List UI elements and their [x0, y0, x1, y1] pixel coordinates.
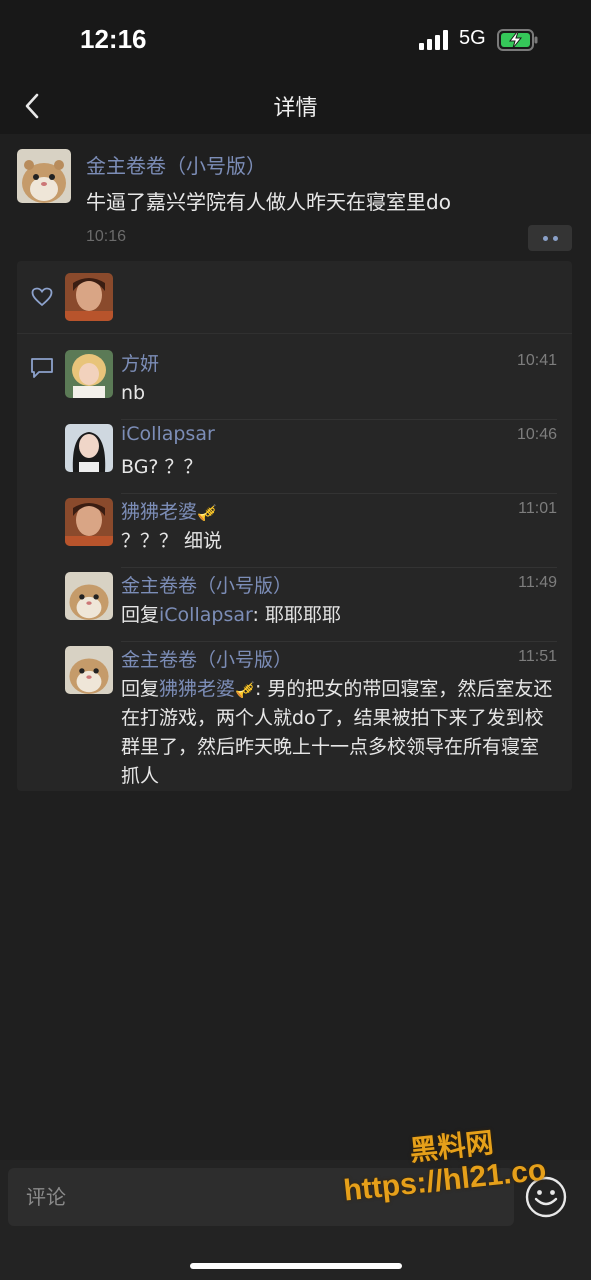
- liker-avatar[interactable]: [65, 273, 113, 321]
- commenter-name[interactable]: 狒狒老婆🎺: [121, 497, 217, 524]
- comment-time: 11:51: [518, 648, 557, 665]
- girl-avatar-image: [65, 350, 113, 398]
- home-indicator: [190, 1263, 402, 1269]
- page-title: 详情: [273, 96, 318, 121]
- comment-time: 10:46: [516, 426, 557, 443]
- hamster-avatar-image: [65, 572, 113, 620]
- reply-to-name[interactable]: iCollapsar: [159, 604, 252, 626]
- portrait-avatar-image: [65, 498, 113, 546]
- more-actions-button[interactable]: [528, 225, 572, 251]
- comment-bar: [0, 1160, 591, 1280]
- portrait-avatar-image: [65, 273, 113, 321]
- commenter-avatar[interactable]: [65, 424, 113, 472]
- dot-icon: [542, 235, 548, 241]
- comment-text: ？？？ 细说: [121, 530, 223, 552]
- post-text: 牛逼了嘉兴学院有人做人昨天在寝室里do: [86, 190, 451, 214]
- commenter-name[interactable]: iCollapsar: [121, 423, 215, 445]
- commenter-name[interactable]: 金主卷卷（小号版）: [121, 571, 292, 598]
- commenter-avatar[interactable]: [65, 646, 113, 694]
- comment-text: BG? ？？: [121, 456, 203, 478]
- moment-detail: 金主卷卷（小号版） 牛逼了嘉兴学院有人做人昨天在寝室里do 10:16 方妍 1…: [0, 134, 591, 1160]
- divider: [121, 567, 557, 568]
- commenter-name[interactable]: 方妍: [121, 349, 159, 376]
- reply-to-name[interactable]: 狒狒老婆: [159, 678, 235, 700]
- post-author-name[interactable]: 金主卷卷（小号版）: [86, 150, 266, 179]
- trumpet-icon: 🎺: [197, 503, 217, 522]
- comment-time: 11:49: [518, 574, 557, 591]
- comment-time: 10:41: [516, 352, 557, 369]
- status-time: 12:16: [80, 24, 147, 54]
- commenter-avatar[interactable]: [65, 572, 113, 620]
- trumpet-icon: 🎺: [235, 680, 255, 699]
- hamster-avatar-image: [17, 149, 71, 203]
- divider: [121, 641, 557, 642]
- author-avatar[interactable]: [17, 149, 71, 203]
- likes-row: [17, 261, 572, 333]
- status-bar: 12:16 5G: [0, 0, 591, 80]
- emoji-button[interactable]: [524, 1175, 568, 1219]
- dot-icon: [552, 235, 558, 241]
- network-label: 5G: [459, 27, 486, 49]
- commenter-name-text: 狒狒老婆: [121, 501, 198, 523]
- divider: [121, 493, 557, 494]
- comment-time: 11:01: [518, 500, 557, 517]
- post-time: 10:16: [86, 228, 127, 245]
- interaction-panel: 方妍 10:41 nb iCollapsar 10:46 BG? ？？ 狒狒老婆…: [17, 261, 572, 791]
- comment-text: nb: [121, 382, 146, 404]
- commenter-name[interactable]: 金主卷卷（小号版）: [121, 645, 292, 672]
- battery-icon: [497, 29, 538, 51]
- divider: [121, 419, 557, 420]
- nav-bar: 详情: [0, 80, 591, 134]
- comment-icon: [31, 358, 53, 378]
- smiley-icon: [525, 1176, 567, 1218]
- comment-text: 回复狒狒老婆🎺: 男的把女的带回寝室，然后室友还在打游戏，两个人就do了，结果被…: [121, 675, 557, 791]
- commenter-avatar[interactable]: [65, 350, 113, 398]
- reply-text: : 耶耶耶耶: [252, 604, 341, 626]
- divider: [17, 333, 572, 334]
- reply-prefix: 回复: [121, 604, 160, 626]
- signal-icon: [419, 30, 448, 50]
- hamster-avatar-image: [65, 646, 113, 694]
- woman-avatar-image: [65, 424, 113, 472]
- comment-input[interactable]: [8, 1168, 514, 1226]
- heart-icon: [31, 287, 53, 307]
- comment-text: 回复iCollapsar: 耶耶耶耶: [121, 601, 557, 630]
- reply-prefix: 回复: [121, 678, 160, 700]
- commenter-avatar[interactable]: [65, 498, 113, 546]
